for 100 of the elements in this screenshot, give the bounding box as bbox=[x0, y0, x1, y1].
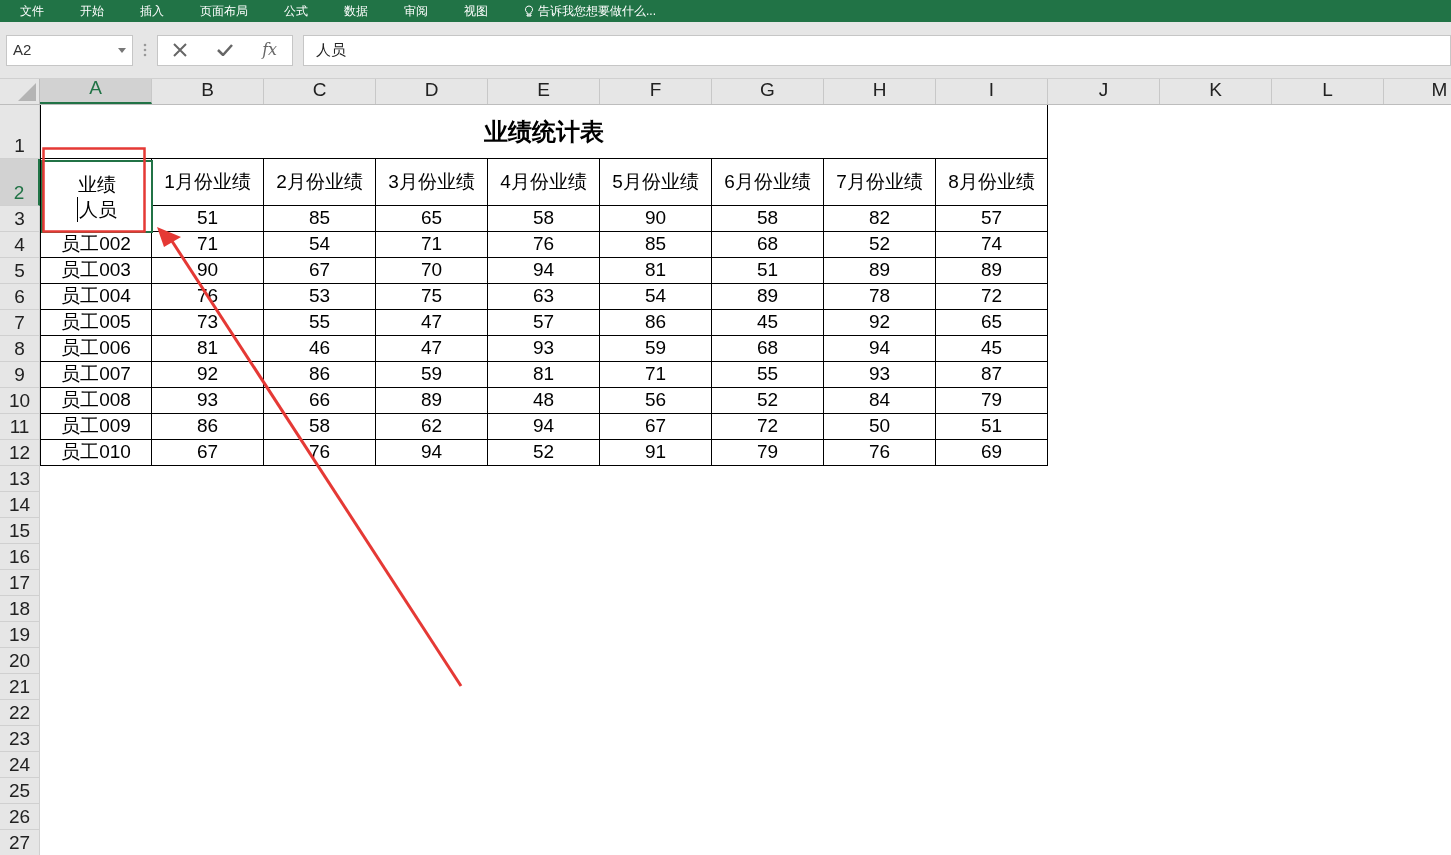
table-cell: 47 bbox=[376, 336, 488, 362]
table-cell: 67 bbox=[152, 440, 264, 466]
table-cell: 63 bbox=[488, 284, 600, 310]
row-header[interactable]: 24 bbox=[0, 752, 40, 778]
table-cell: 54 bbox=[264, 232, 376, 258]
row-header[interactable]: 23 bbox=[0, 726, 40, 752]
table-cell: 47 bbox=[376, 310, 488, 336]
row-header[interactable]: 16 bbox=[0, 544, 40, 570]
table-cell: 89 bbox=[712, 284, 824, 310]
column-heading-cell: 2月份业绩 bbox=[264, 159, 376, 206]
row-header[interactable]: 6 bbox=[0, 284, 40, 310]
column-header[interactable]: J bbox=[1048, 79, 1160, 104]
row-header[interactable]: 9 bbox=[0, 362, 40, 388]
table-cell: 93 bbox=[152, 388, 264, 414]
row-header[interactable]: 8 bbox=[0, 336, 40, 362]
column-header[interactable]: K bbox=[1160, 79, 1272, 104]
table-cell: 58 bbox=[712, 206, 824, 232]
row-header[interactable]: 7 bbox=[0, 310, 40, 336]
ribbon-tab[interactable]: 插入 bbox=[140, 5, 164, 17]
column-header[interactable]: C bbox=[264, 79, 376, 104]
table-cell: 76 bbox=[824, 440, 936, 466]
table-cell: 员工005 bbox=[40, 310, 152, 336]
row-header[interactable]: 4 bbox=[0, 232, 40, 258]
row-header[interactable]: 25 bbox=[0, 778, 40, 804]
column-header[interactable]: B bbox=[152, 79, 264, 104]
row-header[interactable]: 21 bbox=[0, 674, 40, 700]
row-header[interactable]: 14 bbox=[0, 492, 40, 518]
table-cell: 68 bbox=[712, 232, 824, 258]
insert-function-button[interactable]: fx bbox=[262, 38, 278, 62]
formula-field[interactable]: 人员 bbox=[303, 34, 1451, 66]
table-cell: 66 bbox=[264, 388, 376, 414]
table-cell: 67 bbox=[264, 258, 376, 284]
table-cell: 71 bbox=[600, 362, 712, 388]
column-header[interactable]: E bbox=[488, 79, 600, 104]
column-header[interactable]: L bbox=[1272, 79, 1384, 104]
table-cell: 76 bbox=[264, 440, 376, 466]
row-header[interactable]: 10 bbox=[0, 388, 40, 414]
table-cell: 93 bbox=[488, 336, 600, 362]
column-heading-cell: 7月份业绩 bbox=[824, 159, 936, 206]
column-header[interactable]: M bbox=[1384, 79, 1451, 104]
row-header[interactable]: 5 bbox=[0, 258, 40, 284]
ribbon-tab[interactable]: 开始 bbox=[80, 5, 104, 17]
column-header[interactable]: I bbox=[936, 79, 1048, 104]
row-header[interactable]: 17 bbox=[0, 570, 40, 596]
table-cell: 51 bbox=[936, 414, 1048, 440]
table-cell: 89 bbox=[824, 258, 936, 284]
column-header[interactable]: D bbox=[376, 79, 488, 104]
table-cell: 92 bbox=[824, 310, 936, 336]
row-header[interactable]: 20 bbox=[0, 648, 40, 674]
table-cell: 55 bbox=[264, 310, 376, 336]
ribbon-tab[interactable]: 页面布局 bbox=[200, 5, 248, 17]
table-cell: 67 bbox=[600, 414, 712, 440]
dropdown-caret-icon bbox=[118, 47, 126, 53]
row-header[interactable]: 19 bbox=[0, 622, 40, 648]
table-cell: 52 bbox=[712, 388, 824, 414]
tell-me-field[interactable]: 告诉我您想要做什么... bbox=[524, 5, 656, 17]
select-all-triangle-icon[interactable] bbox=[18, 83, 36, 101]
table-cell: 73 bbox=[152, 310, 264, 336]
row-header[interactable]: 26 bbox=[0, 804, 40, 830]
table-cell: 55 bbox=[712, 362, 824, 388]
row-header[interactable]: 22 bbox=[0, 700, 40, 726]
row-header[interactable]: 1 bbox=[0, 105, 40, 159]
table-cell: 78 bbox=[824, 284, 936, 310]
cell-editor[interactable]: 业绩 人员 bbox=[41, 160, 153, 233]
row-header[interactable]: 2 bbox=[0, 159, 40, 206]
column-header[interactable]: G bbox=[712, 79, 824, 104]
table-cell: 70 bbox=[376, 258, 488, 284]
column-header[interactable]: H bbox=[824, 79, 936, 104]
column-header[interactable]: A bbox=[40, 79, 152, 104]
check-icon[interactable] bbox=[216, 44, 233, 56]
table-cell: 89 bbox=[376, 388, 488, 414]
table-cell: 52 bbox=[488, 440, 600, 466]
table-cell: 90 bbox=[152, 258, 264, 284]
column-heading-cell: 4月份业绩 bbox=[488, 159, 600, 206]
row-header[interactable]: 27 bbox=[0, 830, 40, 855]
row-header[interactable]: 12 bbox=[0, 440, 40, 466]
table-cell: 93 bbox=[824, 362, 936, 388]
ribbon-tab[interactable]: 审阅 bbox=[404, 5, 428, 17]
table-cell: 87 bbox=[936, 362, 1048, 388]
row-header[interactable]: 11 bbox=[0, 414, 40, 440]
name-box[interactable]: A2 bbox=[6, 34, 133, 66]
row-header[interactable]: 13 bbox=[0, 466, 40, 492]
column-header[interactable]: F bbox=[600, 79, 712, 104]
table-cell: 员工010 bbox=[40, 440, 152, 466]
row-header[interactable]: 15 bbox=[0, 518, 40, 544]
ribbon-tab[interactable]: 视图 bbox=[464, 5, 488, 17]
table-cell: 53 bbox=[264, 284, 376, 310]
cell-text: 业绩 bbox=[78, 173, 116, 197]
table-cell: 65 bbox=[376, 206, 488, 232]
table-cell: 81 bbox=[488, 362, 600, 388]
ribbon-tab[interactable]: 公式 bbox=[284, 5, 308, 17]
table-cell: 59 bbox=[600, 336, 712, 362]
close-icon[interactable] bbox=[172, 43, 187, 57]
drag-handle-icon[interactable] bbox=[143, 43, 147, 57]
ribbon-tab[interactable]: 数据 bbox=[344, 5, 368, 17]
column-heading-cell: 5月份业绩 bbox=[600, 159, 712, 206]
row-header[interactable]: 18 bbox=[0, 596, 40, 622]
ribbon-tab[interactable]: 文件 bbox=[20, 5, 44, 17]
table-cell: 86 bbox=[600, 310, 712, 336]
row-header[interactable]: 3 bbox=[0, 206, 40, 232]
